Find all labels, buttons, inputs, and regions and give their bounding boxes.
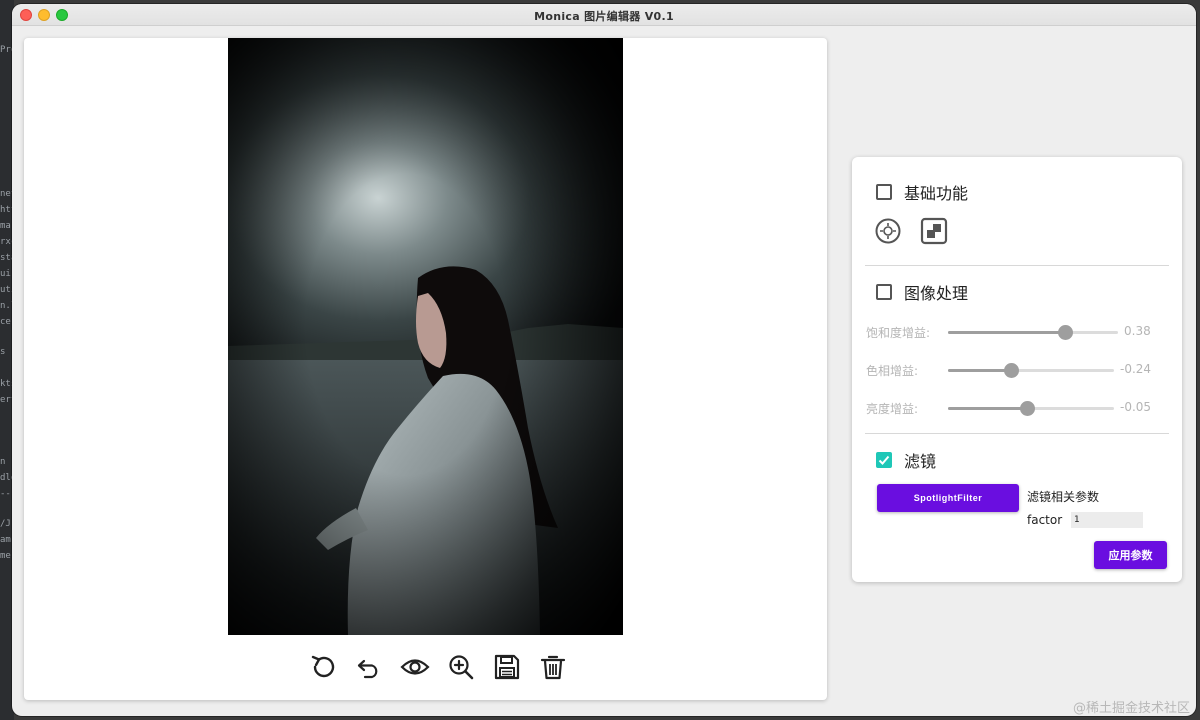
filter-select-button[interactable]: SpotlightFilter bbox=[877, 484, 1019, 512]
image-processing-section-header: 图像处理 bbox=[876, 280, 968, 304]
undo-icon bbox=[357, 659, 378, 679]
slider-fill bbox=[948, 369, 1012, 372]
divider bbox=[865, 433, 1169, 434]
slider-value: -0.05 bbox=[1120, 400, 1152, 414]
basic-section-header: 基础功能 bbox=[876, 180, 968, 204]
slider-value: 0.38 bbox=[1124, 324, 1151, 338]
slider-label: 亮度增益: bbox=[866, 402, 919, 416]
slider-thumb[interactable] bbox=[1019, 401, 1035, 416]
slider-thumb[interactable] bbox=[1004, 363, 1020, 378]
color-picker-button[interactable] bbox=[874, 217, 902, 245]
zoom-in-icon bbox=[449, 655, 474, 680]
rotate-button[interactable] bbox=[306, 650, 340, 684]
slider-track[interactable] bbox=[948, 325, 1118, 340]
slider-thumb[interactable] bbox=[1058, 325, 1074, 340]
slider-track[interactable] bbox=[948, 363, 1114, 378]
photo-image bbox=[228, 38, 623, 635]
delete-button[interactable] bbox=[536, 650, 570, 684]
slider-value: -0.24 bbox=[1120, 362, 1152, 376]
checkmark-icon bbox=[878, 455, 890, 465]
trash-icon bbox=[540, 655, 566, 680]
image-processing-section-label: 图像处理 bbox=[904, 284, 969, 303]
filter-section-label: 滤镜 bbox=[904, 452, 937, 471]
factor-input[interactable] bbox=[1071, 512, 1143, 528]
save-button[interactable] bbox=[490, 650, 524, 684]
factor-label: factor bbox=[1027, 513, 1063, 527]
apply-params-button[interactable]: 应用参数 bbox=[1094, 541, 1167, 569]
crop-icon bbox=[920, 217, 948, 245]
color-picker-icon bbox=[875, 218, 901, 244]
app-window: Monica 图片编辑器 V0.1 基础功能 图像处理 饱和度增益: 0.38 … bbox=[12, 4, 1196, 716]
image-toolbar bbox=[294, 650, 566, 686]
basic-section-label: 基础功能 bbox=[904, 184, 969, 203]
slider-row: 色相增益: -0.24 bbox=[866, 359, 1166, 381]
filter-section-header: 滤镜 bbox=[876, 448, 936, 472]
rotate-icon bbox=[311, 655, 335, 678]
filter-checkbox[interactable] bbox=[876, 452, 892, 468]
slider-fill bbox=[948, 407, 1027, 410]
eye-icon bbox=[400, 659, 430, 675]
slider-track[interactable] bbox=[948, 401, 1114, 416]
window-title: Monica 图片编辑器 V0.1 bbox=[534, 10, 674, 23]
image-preview-card bbox=[24, 38, 827, 700]
zoom-in-button[interactable] bbox=[444, 650, 478, 684]
photo-preview bbox=[228, 38, 623, 635]
slider-fill bbox=[948, 331, 1066, 334]
slider-label: 饱和度增益: bbox=[866, 326, 931, 340]
slider-label: 色相增益: bbox=[866, 364, 919, 378]
title-bar: Monica 图片编辑器 V0.1 bbox=[12, 4, 1196, 26]
save-icon bbox=[494, 654, 520, 680]
watermark: @稀土掘金技术社区 bbox=[1072, 701, 1190, 716]
basic-checkbox[interactable] bbox=[876, 184, 892, 200]
slider-row: 亮度增益: -0.05 bbox=[866, 397, 1166, 419]
divider bbox=[865, 265, 1169, 266]
preview-button[interactable] bbox=[398, 650, 432, 684]
undo-button[interactable] bbox=[352, 650, 386, 684]
control-panel: 基础功能 图像处理 饱和度增益: 0.38 色相增益: -0.24 亮度增益: -0.05 bbox=[852, 157, 1182, 582]
crop-button[interactable] bbox=[920, 217, 948, 245]
filter-params-title: 滤镜相关参数 bbox=[1027, 490, 1100, 504]
slider-row: 饱和度增益: 0.38 bbox=[866, 321, 1166, 343]
image-processing-checkbox[interactable] bbox=[876, 284, 892, 300]
